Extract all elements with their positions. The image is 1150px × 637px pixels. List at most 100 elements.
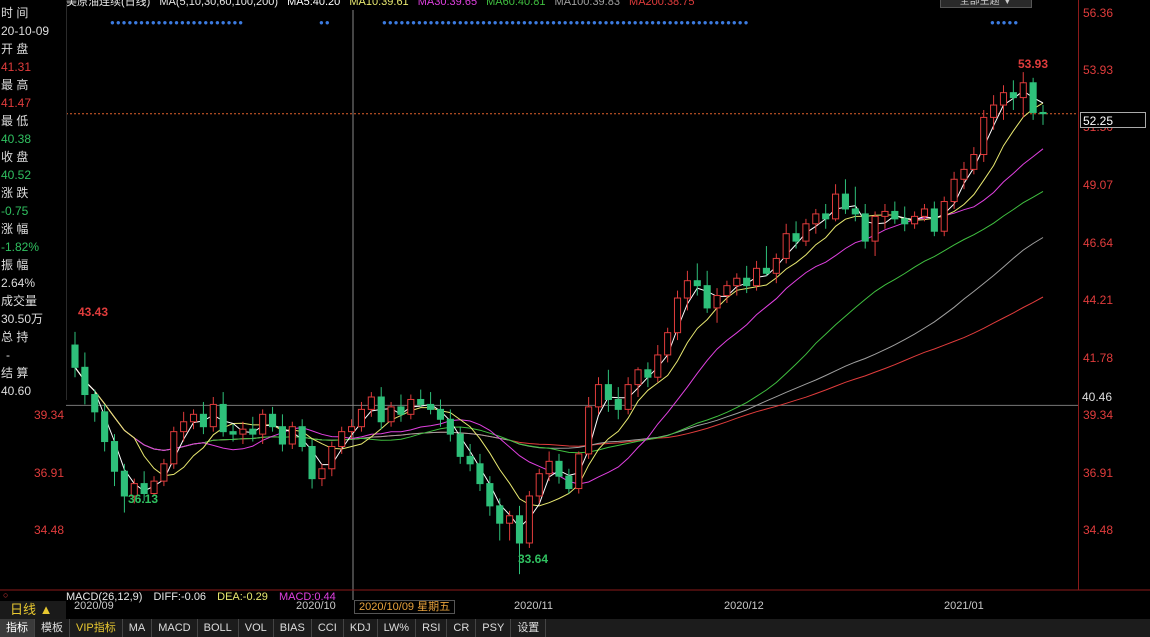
candle-up[interactable] [624,384,632,410]
candle-up[interactable] [288,426,296,445]
candle-down[interactable] [1029,82,1037,113]
tab-rsi[interactable]: RSI [416,619,448,637]
candle-down[interactable] [199,413,207,428]
candle-up[interactable] [575,453,583,490]
candle-down[interactable] [278,426,286,445]
candle-up[interactable] [535,473,543,497]
candle-up[interactable] [387,406,395,423]
candle-down[interactable] [456,433,464,457]
candle-down[interactable] [901,218,909,225]
candle-down[interactable] [851,208,859,215]
candle-up[interactable] [209,403,217,428]
candle-down[interactable] [693,280,701,287]
candle-down[interactable] [486,483,494,507]
candle-down[interactable] [120,470,128,497]
candle-down[interactable] [614,398,622,410]
tab-ma[interactable]: MA [123,619,153,637]
candle-up[interactable] [812,213,820,225]
tab-psy[interactable]: PSY [476,619,512,637]
candle-up[interactable] [506,515,514,524]
candle-up[interactable] [545,460,553,475]
tab-vol[interactable]: VOL [239,619,274,637]
candle-down[interactable] [71,344,79,368]
candle-up[interactable] [911,215,919,225]
candle-down[interactable] [91,394,99,413]
candle-up[interactable] [723,285,731,297]
candle-up[interactable] [318,468,326,480]
ma-params[interactable]: MA(5,10,30,60,100,200) [159,0,278,8]
candle-down[interactable] [377,396,385,423]
candle-up[interactable] [160,463,168,482]
candle-up[interactable] [367,396,375,410]
candle-down[interactable] [644,369,652,378]
candle-up[interactable] [525,495,533,544]
candle-up[interactable] [772,257,780,274]
candle-down[interactable] [249,428,257,435]
candle-up[interactable] [328,445,336,470]
candle-down[interactable] [604,384,612,400]
event-markers-2[interactable]: ●● [319,18,331,27]
candle-up[interactable] [594,384,603,408]
tab-macd[interactable]: MACD [152,619,198,637]
candle-up[interactable] [980,116,988,156]
event-markers-4[interactable]: ●●●●● [990,18,1019,27]
candle-up[interactable] [348,426,356,433]
candle-up[interactable] [654,354,662,378]
candle-down[interactable] [703,285,711,309]
candle-down[interactable] [822,213,830,220]
event-markers-3[interactable]: ●●●●●●●●●●●●●●●●●●●●●●●●●●●●●●●●●●●●●●●●… [382,18,749,27]
candle-down[interactable] [841,193,850,210]
candle-down[interactable] [762,267,770,274]
candle-up[interactable] [920,208,929,217]
candle-up[interactable] [239,428,247,435]
tab-vip-indicators[interactable]: VIP指标 [70,619,123,637]
candle-up[interactable] [338,431,346,447]
candle-down[interactable] [219,403,227,433]
candle-up[interactable] [357,408,366,428]
candle-down[interactable] [792,233,800,242]
candle-down[interactable] [417,398,425,405]
candle-up[interactable] [990,104,998,118]
candle-down[interactable] [476,463,484,485]
candle-up[interactable] [170,431,178,465]
candle-up[interactable] [960,168,968,180]
candle-down[interactable] [1009,92,1017,99]
candle-up[interactable] [782,233,790,259]
tab-cci[interactable]: CCI [312,619,344,637]
candle-up[interactable] [673,297,682,334]
candle-up[interactable] [802,223,810,242]
candle-up[interactable] [950,178,958,203]
candle-up[interactable] [871,215,879,242]
candle-down[interactable] [308,445,316,480]
candle-down[interactable] [101,411,109,443]
tab-lw[interactable]: LW% [378,619,417,637]
tab-bias[interactable]: BIAS [274,619,312,637]
tab-indicators[interactable]: 指标 [0,619,35,637]
candle-up[interactable] [881,210,889,217]
candle-up[interactable] [259,413,267,435]
candle-down[interactable] [229,431,237,435]
candle-down[interactable] [397,406,405,415]
candle-down[interactable] [1039,111,1047,115]
tab-cr[interactable]: CR [447,619,477,637]
candle-up[interactable] [664,332,672,356]
candle-down[interactable] [565,475,573,490]
candle-down[interactable] [436,408,445,420]
candle-down[interactable] [110,441,119,472]
tab-boll[interactable]: BOLL [198,619,239,637]
tab-templates[interactable]: 模板 [35,619,70,637]
period-selector-button[interactable]: 日线 ▲ [0,601,66,619]
candle-up[interactable] [683,280,691,299]
candle-down[interactable] [891,210,899,220]
candle-down[interactable] [446,418,454,435]
candle-up[interactable] [713,295,721,309]
candle-up[interactable] [189,413,198,423]
candle-up[interactable] [999,92,1008,106]
candle-down[interactable] [466,455,474,465]
candle-down[interactable] [298,426,306,447]
candle-down[interactable] [555,460,563,477]
candle-up[interactable] [407,398,415,415]
candle-up[interactable] [180,421,188,433]
candle-up[interactable] [832,193,840,220]
candle-up[interactable] [1019,82,1027,99]
